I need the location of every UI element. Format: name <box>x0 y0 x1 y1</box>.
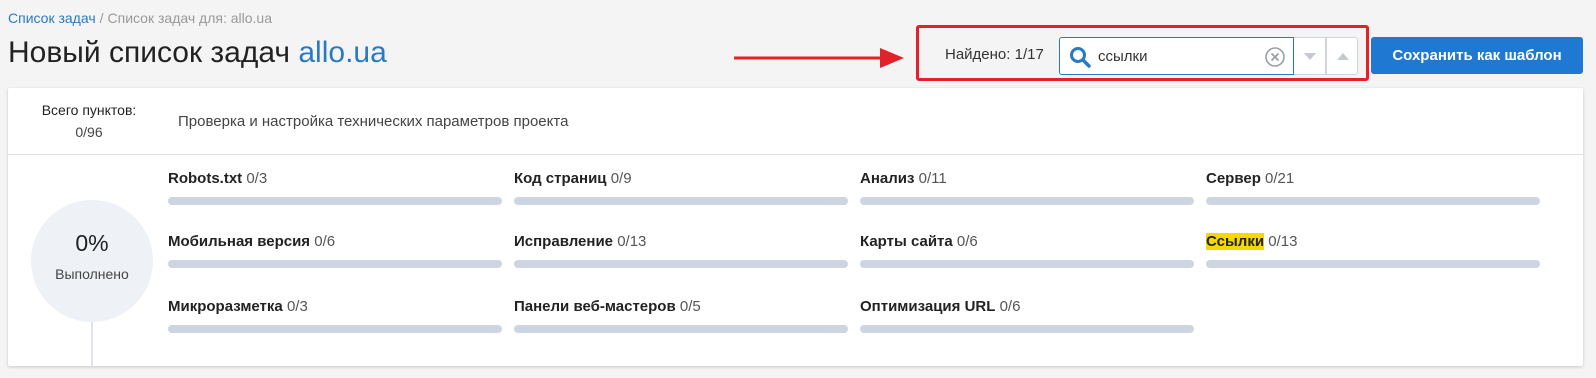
category-item[interactable]: Ссылки 0/13 <box>1206 233 1540 268</box>
category-progress-bar <box>1206 260 1540 268</box>
category-title: Панели веб-мастеров 0/5 <box>514 298 848 315</box>
chevron-up-icon <box>1337 53 1349 60</box>
category-title: Карты сайта 0/6 <box>860 233 1194 250</box>
page-title: Новый список задач allo.ua <box>8 36 387 70</box>
category-title: Исправление 0/13 <box>514 233 848 250</box>
category-name[interactable]: Микроразметка <box>168 298 283 315</box>
total-items-label: Всего пунктов: <box>41 102 137 118</box>
clear-search-icon[interactable] <box>1265 47 1285 67</box>
category-count: 0/6 <box>956 233 978 250</box>
category-name[interactable]: Исправление <box>514 233 613 250</box>
next-result-button[interactable] <box>1294 37 1326 75</box>
previous-result-button[interactable] <box>1326 37 1358 75</box>
category-progress-bar <box>514 197 848 205</box>
category-progress-bar <box>514 325 848 333</box>
category-name[interactable]: Панели веб-мастеров <box>514 298 676 315</box>
category-name[interactable]: Сервер <box>1206 170 1261 187</box>
breadcrumb-link-task-lists[interactable]: Список задач <box>8 10 96 26</box>
category-item[interactable]: Мобильная версия 0/6 <box>168 233 502 268</box>
category-item[interactable]: Сервер 0/21 <box>1206 170 1540 205</box>
category-name[interactable]: Robots.txt <box>168 170 242 187</box>
category-count: 0/13 <box>1268 233 1298 250</box>
category-count: 0/6 <box>999 298 1021 315</box>
category-name[interactable]: Ссылки <box>1206 233 1265 250</box>
save-as-template-button[interactable]: Сохранить как шаблон <box>1371 37 1583 74</box>
search-highlight-box: Найдено: 1/17 <box>916 25 1369 81</box>
category-count: 0/6 <box>314 233 336 250</box>
search-input[interactable] <box>1098 46 1258 66</box>
task-list-card: Всего пунктов: 0/96 Проверка и настройка… <box>8 88 1583 366</box>
category-title: Анализ 0/11 <box>860 170 1194 187</box>
category-name[interactable]: Код страниц <box>514 170 607 187</box>
category-count: 0/9 <box>610 170 632 187</box>
category-progress-bar <box>168 325 502 333</box>
category-item[interactable]: Анализ 0/11 <box>860 170 1194 205</box>
category-name[interactable]: Карты сайта <box>860 233 953 250</box>
category-progress-bar <box>514 260 848 268</box>
project-description: Проверка и настройка технических парамет… <box>178 113 569 130</box>
category-item[interactable]: Код страниц 0/9 <box>514 170 848 205</box>
category-title: Мобильная версия 0/6 <box>168 233 502 250</box>
category-name[interactable]: Анализ <box>860 170 914 187</box>
category-progress-bar <box>168 197 502 205</box>
total-items-value: 0/96 <box>75 124 103 140</box>
chevron-down-icon <box>1304 53 1316 60</box>
category-name[interactable]: Оптимизация URL <box>860 298 995 315</box>
category-title: Код страниц 0/9 <box>514 170 848 187</box>
category-item[interactable]: Карты сайта 0/6 <box>860 233 1194 268</box>
category-count: 0/3 <box>246 170 268 187</box>
page-title-text: Новый список задач <box>8 36 291 69</box>
category-title: Оптимизация URL 0/6 <box>860 298 1194 315</box>
progress-percent: 0% <box>75 230 109 256</box>
progress-connector <box>91 322 93 366</box>
category-name[interactable]: Мобильная версия <box>168 233 310 250</box>
breadcrumb-separator: / <box>99 10 104 26</box>
search-icon <box>1070 47 1091 68</box>
search-found-count: Найдено: 1/17 <box>945 46 1044 63</box>
category-count: 0/3 <box>286 298 308 315</box>
category-count: 0/13 <box>617 233 647 250</box>
category-item[interactable]: Оптимизация URL 0/6 <box>860 298 1194 333</box>
category-progress-bar <box>860 325 1194 333</box>
divider <box>8 154 1583 155</box>
category-progress-bar <box>860 197 1194 205</box>
category-item[interactable]: Микроразметка 0/3 <box>168 298 502 333</box>
category-progress-bar <box>860 260 1194 268</box>
category-count: 0/5 <box>679 298 701 315</box>
category-item[interactable]: Панели веб-мастеров 0/5 <box>514 298 848 333</box>
category-item[interactable]: Исправление 0/13 <box>514 233 848 268</box>
category-progress-bar <box>1206 197 1540 205</box>
category-title: Ссылки 0/13 <box>1206 233 1540 250</box>
search-field[interactable] <box>1059 37 1294 75</box>
progress-label: Выполнено <box>55 266 129 282</box>
breadcrumb: Список задач / Список задач для: allo.ua <box>8 10 272 26</box>
category-count: 0/11 <box>918 170 947 187</box>
page-title-site[interactable]: allo.ua <box>298 36 386 69</box>
breadcrumb-current: Список задач для: allo.ua <box>107 10 272 26</box>
category-title: Сервер 0/21 <box>1206 170 1540 187</box>
category-title: Robots.txt 0/3 <box>168 170 502 187</box>
category-count: 0/21 <box>1265 170 1295 187</box>
progress-circle: 0% Выполнено <box>31 200 153 322</box>
category-item[interactable]: Robots.txt 0/3 <box>168 170 502 205</box>
category-title: Микроразметка 0/3 <box>168 298 502 315</box>
annotation-arrow-icon <box>734 48 904 68</box>
category-progress-bar <box>168 260 502 268</box>
